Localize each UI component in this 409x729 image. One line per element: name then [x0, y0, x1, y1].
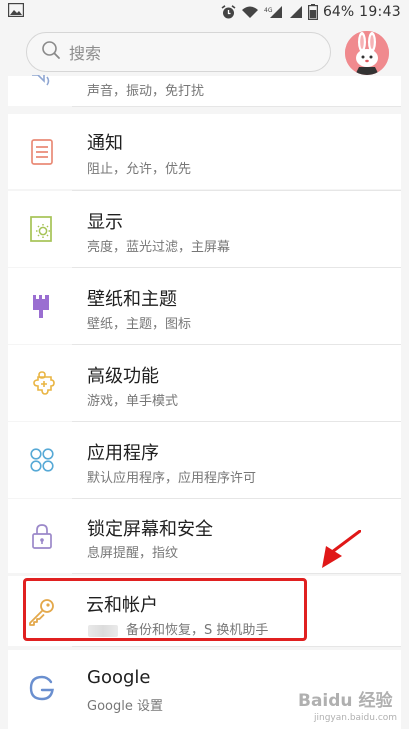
list-item-title: 锁定屏幕和安全 — [87, 519, 213, 540]
divider — [72, 646, 401, 647]
baidu-jingyan-watermark: Baidu 经验 jingyan.baidu.com — [298, 686, 406, 724]
notification-icon — [28, 138, 56, 166]
list-item-title: 显示 — [87, 212, 123, 233]
alarm-icon — [221, 4, 236, 20]
list-item-subtitle: 阻止，允许，优先 — [87, 162, 192, 177]
search-icon — [41, 40, 61, 64]
lock-icon — [28, 522, 56, 550]
signal-icon: 4G — [264, 5, 284, 19]
divider — [72, 573, 401, 574]
list-item-title: 壁纸和主题 — [87, 289, 177, 310]
highlight-box — [23, 578, 307, 641]
list-item-subtitle: 亮度，蓝光过滤，主屏幕 — [87, 240, 231, 255]
display-brightness-icon — [28, 215, 56, 243]
list-item-applications[interactable]: 应用程序 默认应用程序，应用程序许可 — [8, 422, 401, 498]
image-notification-icon — [7, 2, 25, 21]
search-input[interactable]: 搜索 — [26, 32, 331, 72]
search-placeholder: 搜索 — [69, 44, 102, 63]
list-item-title: 通知 — [87, 133, 123, 154]
battery-percent: 64% — [323, 4, 355, 20]
google-icon — [28, 674, 56, 702]
list-item-display[interactable]: 显示 亮度，蓝光过滤，主屏幕 — [8, 191, 401, 267]
list-item-title: 应用程序 — [87, 443, 159, 464]
wifi-icon — [241, 5, 259, 19]
list-item-wallpapers-themes[interactable]: 壁纸和主题 壁纸，主题，图标 — [8, 268, 401, 344]
watermark-brand: Baidu 经验 — [298, 691, 393, 711]
list-item-sounds[interactable]: 声音，振动，免打扰 — [8, 74, 401, 106]
status-bar: 4G 64% 19:43 — [0, 0, 409, 24]
avatar[interactable] — [345, 31, 389, 75]
speaker-icon — [28, 74, 56, 102]
list-item-subtitle: 壁纸，主题，图标 — [87, 317, 192, 332]
list-item-subtitle: 游戏，单手模式 — [87, 394, 179, 409]
list-item-subtitle: 默认应用程序，应用程序许可 — [87, 471, 257, 486]
list-item-title: 高级功能 — [87, 366, 159, 387]
divider — [72, 106, 401, 107]
advanced-features-icon — [28, 369, 56, 397]
list-item-title: Google — [87, 667, 151, 688]
list-item-subtitle: 声音，振动，免打扰 — [87, 84, 205, 99]
list-item-subtitle: 息屏提醒，指纹 — [87, 546, 179, 561]
svg-text:4G: 4G — [264, 7, 273, 14]
list-item-advanced-features[interactable]: 高级功能 游戏，单手模式 — [8, 345, 401, 421]
list-item-notifications[interactable]: 通知 阻止，允许，优先 — [8, 114, 401, 189]
signal-2-icon — [289, 5, 303, 19]
list-item-subtitle: Google 设置 — [87, 699, 163, 714]
search-header: 搜索 — [0, 26, 409, 82]
paintbrush-icon — [28, 292, 56, 320]
watermark-url: jingyan.baidu.com — [314, 713, 398, 723]
battery-icon — [308, 4, 319, 20]
clock: 19:43 — [359, 4, 401, 20]
arrow-annotation — [316, 529, 362, 570]
apps-icon — [28, 446, 56, 474]
